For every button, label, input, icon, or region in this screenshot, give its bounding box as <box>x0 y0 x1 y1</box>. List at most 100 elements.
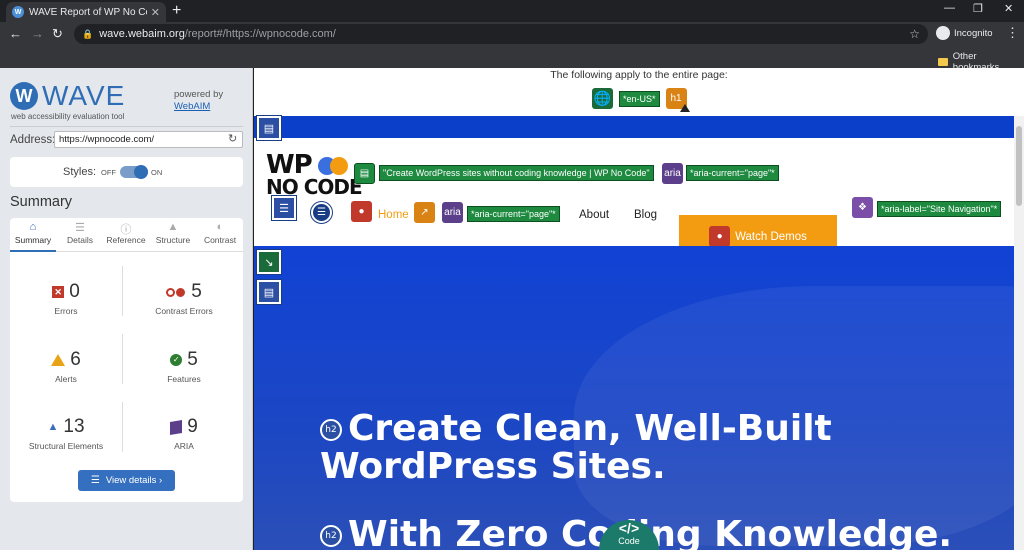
code-icon: </> <box>618 520 640 536</box>
wave-logo-icon: W <box>10 82 38 110</box>
styles-off-label: OFF <box>101 168 116 177</box>
powered-by-text: powered by <box>174 89 224 100</box>
aria-label: aria <box>444 207 461 218</box>
stat-features[interactable]: ✓ 5 Features <box>128 348 240 408</box>
warning-badge-icon <box>679 104 690 112</box>
browser-toolbar: ← → ↻ 🔒 wave.webaim.org /report#/https:/… <box>0 22 1024 46</box>
contrast-icon: ◐ <box>216 221 224 233</box>
header-landmark-icon[interactable]: ▤ <box>256 115 282 141</box>
tab-structure[interactable]: ▲ Structure <box>150 221 196 252</box>
logo-dots-icon <box>318 157 348 175</box>
code-toggle-button[interactable]: </> Code <box>599 520 659 550</box>
nav-blog[interactable]: Blog <box>634 209 657 221</box>
webaim-link[interactable]: WebAIM <box>174 101 210 112</box>
feature-check-icon: ✓ <box>170 354 183 366</box>
tab-title: WAVE Report of WP No Code – N <box>29 6 147 18</box>
aria-label-tag: *aria-label="Site Navigation"* <box>877 201 1002 217</box>
error-icon: ✕ <box>52 286 65 298</box>
wave-tagline: web accessibility evaluation tool <box>11 112 125 121</box>
logo-no-code: NO CODE <box>266 175 363 199</box>
wave-logo[interactable]: W WAVE <box>10 80 125 112</box>
nav-about[interactable]: About <box>579 209 609 221</box>
browser-tab[interactable]: W WAVE Report of WP No Code – N ✕ <box>6 2 166 22</box>
back-icon[interactable]: ← <box>9 26 22 41</box>
scrollbar-thumb[interactable] <box>1016 126 1022 206</box>
aria-label-icon[interactable]: ❖ <box>852 197 873 218</box>
styles-label: Styles: <box>63 166 97 178</box>
new-tab-button[interactable]: + <box>172 2 181 20</box>
aria-count: 9 <box>187 416 198 437</box>
stat-structural[interactable]: ▲ 13 Structural Elements <box>10 415 122 475</box>
aria-current-tag: *aria-current="page"* <box>467 206 560 222</box>
divider <box>122 266 123 316</box>
tab-reference[interactable]: ⓘ Reference <box>103 221 149 252</box>
contrast-error-icon <box>166 287 186 297</box>
wave-logo-text: WAVE <box>42 80 126 111</box>
hero-line-2: WordPress Sites. <box>320 446 666 487</box>
window-close-icon[interactable]: ✕ <box>1004 2 1013 15</box>
minimize-icon[interactable]: — <box>944 2 955 14</box>
bookmarks-bar: Other bookmarks <box>0 46 1024 73</box>
incognito-label: Incognito <box>954 27 993 39</box>
structural-count: 13 <box>63 416 85 437</box>
content-scrollbar[interactable] <box>1014 116 1024 550</box>
wave-sidebar: W WAVE web accessibility evaluation tool… <box>0 68 253 550</box>
language-globe-icon[interactable]: 🌐 <box>592 88 613 109</box>
lock-icon: 🔒 <box>82 28 94 39</box>
aria-icon[interactable]: aria <box>442 202 463 223</box>
aria-icon[interactable]: aria <box>662 163 683 184</box>
stat-alerts[interactable]: 6 Alerts <box>10 348 122 408</box>
redundant-link-alert-icon[interactable]: ↗ <box>414 202 435 223</box>
skip-link-icon[interactable]: ↘ <box>256 249 282 275</box>
tab-details-label: Details <box>67 235 93 245</box>
url-path: /report#/https://wpnocode.com/ <box>184 28 336 40</box>
aria-current-tag: *aria-current="page"* <box>686 165 779 181</box>
view-details-button[interactable]: ☰ View details › <box>78 470 175 491</box>
stat-aria[interactable]: 9 ARIA <box>128 415 240 475</box>
linked-image-alt-icon[interactable]: ▤ <box>354 163 375 184</box>
watch-demos-label: Watch Demos <box>735 230 807 243</box>
list-items-icon[interactable]: ☰ <box>310 201 333 224</box>
h2-icon: h2 <box>320 419 342 441</box>
incognito-indicator[interactable]: Incognito <box>936 26 993 40</box>
tab-reference-label: Reference <box>106 235 146 245</box>
bookmark-star-icon[interactable]: ☆ <box>909 27 920 41</box>
address-label: Address: <box>10 134 56 146</box>
language-tag: *en-US* <box>619 90 660 107</box>
structural-label: Structural Elements <box>28 441 104 451</box>
close-tab-icon[interactable]: ✕ <box>151 6 160 19</box>
page-level-icons: 🌐 *en-US* h1 <box>592 88 690 112</box>
info-icon: ⓘ <box>120 224 132 236</box>
reload-icon[interactable]: ↻ <box>52 26 63 42</box>
tab-summary[interactable]: ⌂ Summary <box>10 221 56 252</box>
tab-contrast[interactable]: ◐ Contrast <box>197 221 243 252</box>
styles-toggle[interactable] <box>120 165 148 179</box>
main-landmark-icon[interactable]: ▤ <box>256 279 282 305</box>
divider <box>10 126 243 127</box>
report-content: The following apply to the entire page: … <box>254 68 1024 550</box>
h1-alert-icon[interactable]: h1 <box>665 88 690 112</box>
alert-icon <box>51 354 66 366</box>
browser-menu-icon[interactable]: ⋮ <box>1006 25 1019 41</box>
divider <box>122 402 123 452</box>
forward-icon[interactable]: → <box>31 26 44 41</box>
summary-heading: Summary <box>10 194 73 210</box>
folder-icon <box>938 58 948 66</box>
contrast-error-icon[interactable]: ● <box>351 201 372 222</box>
stat-contrast-errors[interactable]: 5 Contrast Errors <box>128 280 240 340</box>
contrast-count: 5 <box>191 281 202 302</box>
stat-errors[interactable]: ✕ 0 Errors <box>10 280 122 340</box>
divider <box>122 334 123 384</box>
address-refresh-icon[interactable]: ↻ <box>228 132 237 145</box>
errors-count: 0 <box>69 281 80 302</box>
tab-details[interactable]: ☰ Details <box>57 221 103 252</box>
aria-icon <box>170 419 183 435</box>
contrast-error-icon: ● <box>709 226 731 247</box>
list-structure-icon[interactable]: ☰ <box>271 195 297 221</box>
restore-icon[interactable]: ❐ <box>973 2 983 15</box>
summary-panel: ⌂ Summary ☰ Details ⓘ Reference ▲ Struct… <box>10 218 243 502</box>
url-bar[interactable]: 🔒 wave.webaim.org /report#/https://wpnoc… <box>74 24 928 44</box>
address-input[interactable]: https://wpnocode.com/ <box>54 131 243 148</box>
site-logo[interactable]: WP NO CODE <box>266 152 363 199</box>
nav-home[interactable]: Home <box>378 209 409 221</box>
